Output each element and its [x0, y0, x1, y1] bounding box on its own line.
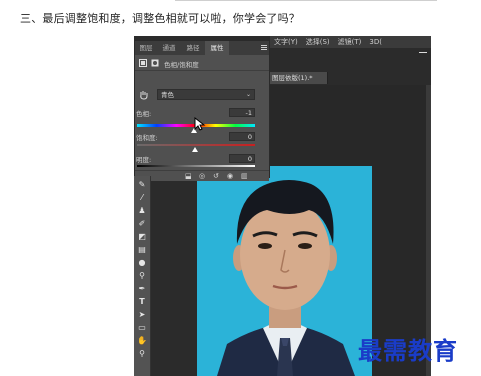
saturation-input[interactable]: 0 — [229, 132, 255, 141]
panel-menu-icon[interactable] — [261, 44, 267, 52]
hue-label: 色相: — [136, 110, 152, 118]
layer-mask-icon — [151, 59, 159, 67]
visibility-eye-icon[interactable]: ◉ — [227, 172, 233, 180]
properties-panel: 图层 通道 路径 属性 色相/饱和度 青色 ⌄ 色相: -1 饱和度: 0 明度… — [134, 40, 270, 181]
saturation-label: 饱和度: — [136, 134, 158, 142]
reset-icon[interactable]: ↺ — [213, 172, 219, 180]
lightness-input[interactable]: 0 — [229, 154, 255, 163]
tab-layers[interactable]: 图层 — [135, 41, 157, 55]
menu-item-filter[interactable]: 滤镜(T) — [338, 38, 362, 46]
menu-item-select[interactable]: 选择(S) — [306, 38, 330, 46]
mouse-cursor-icon — [194, 117, 206, 131]
lightness-slider-track[interactable] — [137, 165, 255, 167]
photoshop-screenshot: 文字(Y) 选择(S) 滤镜(T) 3D( 图层依版(1).* 图层 通道 路径… — [134, 36, 431, 376]
saturation-slider-track[interactable] — [137, 144, 255, 146]
history-brush-icon[interactable]: ✐ — [137, 219, 147, 229]
saturation-slider-thumb[interactable] — [192, 147, 198, 152]
dodge-tool-icon[interactable]: ⚲ — [137, 271, 147, 281]
chevron-down-icon: ⌄ — [245, 91, 251, 98]
tools-panel: ✎ ⁄ ♟ ✐ ◩ ▤ ● ⚲ ✒ T ➤ ▭ ✋ ⚲ — [134, 176, 151, 376]
panel-footer: ⬓ ◎ ↺ ◉ ▥ — [135, 170, 269, 181]
tab-properties[interactable]: 属性 — [205, 41, 229, 55]
path-selection-icon[interactable]: ➤ — [137, 310, 147, 320]
panel-tab-bar: 图层 通道 路径 属性 — [135, 41, 269, 55]
hue-input[interactable]: -1 — [229, 108, 255, 117]
menu-item-text[interactable]: 文字(Y) — [274, 38, 298, 46]
menu-bar: 文字(Y) 选择(S) 滤镜(T) 3D( — [270, 36, 431, 48]
adjustment-layer-icon — [139, 59, 147, 67]
stamp-tool-icon[interactable]: ♟ — [137, 206, 147, 216]
gradient-tool-icon[interactable]: ▤ — [137, 245, 147, 255]
clip-to-layer-icon[interactable]: ⬓ — [185, 172, 192, 180]
view-previous-icon[interactable]: ◎ — [199, 172, 205, 180]
blur-tool-icon[interactable]: ● — [137, 258, 147, 268]
adjustment-title-row: 色相/饱和度 — [135, 56, 269, 71]
portrait-photo — [197, 166, 372, 376]
page-heading: 三、最后调整饱和度，调整色相就可以啦，你学会了吗？ — [20, 12, 300, 25]
type-tool-icon[interactable]: T — [137, 297, 147, 307]
adjustment-title: 色相/饱和度 — [164, 61, 199, 69]
delete-trash-icon[interactable]: ▥ — [241, 172, 248, 180]
menu-item-3d[interactable]: 3D( — [369, 38, 382, 46]
hand-tool-icon[interactable]: ✋ — [137, 336, 147, 346]
watermark-text: 最需教育 — [358, 336, 458, 365]
rectangle-tool-icon[interactable]: ▭ — [137, 323, 147, 333]
document-tab[interactable]: 图层依版(1).* — [269, 72, 328, 84]
targeted-adjustment-hand-icon[interactable] — [139, 90, 149, 100]
top-divider — [175, 0, 437, 1]
lightness-label: 明度: — [136, 156, 152, 164]
minimize-icon[interactable] — [419, 52, 427, 53]
zoom-tool-icon[interactable]: ⚲ — [137, 349, 147, 359]
spot-healing-tool-icon[interactable]: ✎ — [137, 180, 147, 190]
portrait-illustration — [217, 180, 355, 376]
tab-paths[interactable]: 路径 — [181, 41, 205, 55]
channel-select[interactable]: 青色 ⌄ — [157, 89, 255, 100]
eraser-tool-icon[interactable]: ◩ — [137, 232, 147, 242]
pen-tool-icon[interactable]: ✒ — [137, 284, 147, 294]
tab-channels[interactable]: 通道 — [157, 41, 181, 55]
brush-tool-icon[interactable]: ⁄ — [137, 193, 147, 203]
channel-select-value: 青色 — [161, 91, 174, 99]
